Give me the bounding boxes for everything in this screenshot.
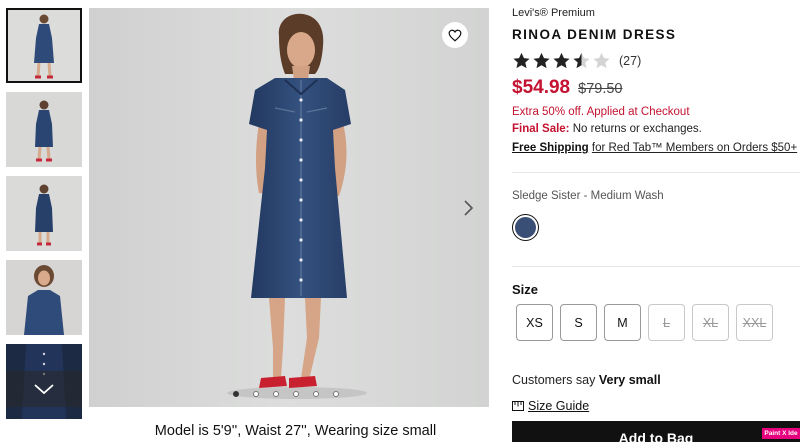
price-block: $54.98 $79.50 [512,77,622,99]
promo-message: Extra 50% off. Applied at Checkout [512,106,690,118]
divider [512,266,800,267]
chevron-down-icon [34,384,54,395]
main-product-image[interactable] [89,8,489,407]
free-shipping-link[interactable]: Free Shipping for Red Tab™ Members on Or… [512,142,797,154]
feedback-badge[interactable]: Paint X Ide [762,428,800,439]
model-info-caption: Model is 5'9'', Waist 27'', Wearing size… [154,423,437,439]
color-name: Sledge Sister - Medium Wash [512,190,664,202]
chevron-right-icon [464,200,474,216]
final-sale-notice: Final Sale: No returns or exchanges. [512,123,702,135]
star-rating [512,51,611,70]
sale-price: $54.98 [512,77,571,98]
pagination-dot[interactable] [313,391,319,397]
size-option-s[interactable]: S [560,304,597,341]
star-icon [513,52,530,69]
dress-thumbnail-image [6,176,82,251]
star-icon [593,52,610,69]
size-option-m[interactable]: M [604,304,641,341]
thumbnails-scroll-down-button[interactable] [6,371,82,407]
pagination-dot[interactable] [253,391,259,397]
next-image-button[interactable] [461,196,477,220]
final-sale-label: Final Sale: [512,123,570,135]
divider [512,172,800,173]
star-icon [573,52,590,69]
pagination-dot[interactable] [333,391,339,397]
ruler-icon [512,401,524,411]
pagination-dot[interactable] [273,391,279,397]
brand-name: Levi's® Premium [512,7,595,19]
review-count-link[interactable]: (27) [619,54,641,68]
image-pagination-dots [233,391,339,397]
fit-value: Very small [598,373,661,387]
original-price: $79.50 [578,81,623,97]
star-icon [533,52,550,69]
thumbnail-4[interactable] [6,260,82,335]
free-shipping-text: for Red Tab™ Members on Orders $50+ [591,142,798,154]
size-option-xxl-unavailable[interactable]: XXL [736,304,773,341]
dress-thumbnail-image [6,260,82,335]
fit-feedback: Customers say Very small [512,373,661,387]
rating-row[interactable]: (27) [512,51,641,70]
size-guide-link[interactable]: Size Guide [512,399,589,413]
product-title: RINOA DENIM DRESS [512,27,677,42]
model-photo [89,8,489,407]
thumbnail-3[interactable] [6,176,82,251]
add-to-wishlist-button[interactable] [442,22,468,48]
size-guide-label: Size Guide [528,399,590,413]
swatch-fill [515,217,536,238]
dress-thumbnail-image [6,8,82,83]
fit-prefix: Customers say [512,373,596,387]
star-icon [553,52,570,69]
free-shipping-label: Free Shipping [512,142,589,154]
final-sale-text: No returns or exchanges. [572,123,702,135]
size-heading: Size [512,282,539,297]
color-swatch-selected[interactable] [512,214,539,241]
size-options: XS S M L XL XXL [516,304,773,341]
dress-thumbnail-image [6,92,82,167]
thumbnail-1[interactable] [6,8,82,83]
heart-icon [448,29,462,42]
pagination-dot[interactable] [293,391,299,397]
size-option-l-unavailable[interactable]: L [648,304,685,341]
size-option-xs[interactable]: XS [516,304,553,341]
thumbnail-2[interactable] [6,92,82,167]
pagination-dot[interactable] [233,391,239,397]
size-option-xl-unavailable[interactable]: XL [692,304,729,341]
add-to-bag-button[interactable]: Add to Bag [512,421,800,442]
